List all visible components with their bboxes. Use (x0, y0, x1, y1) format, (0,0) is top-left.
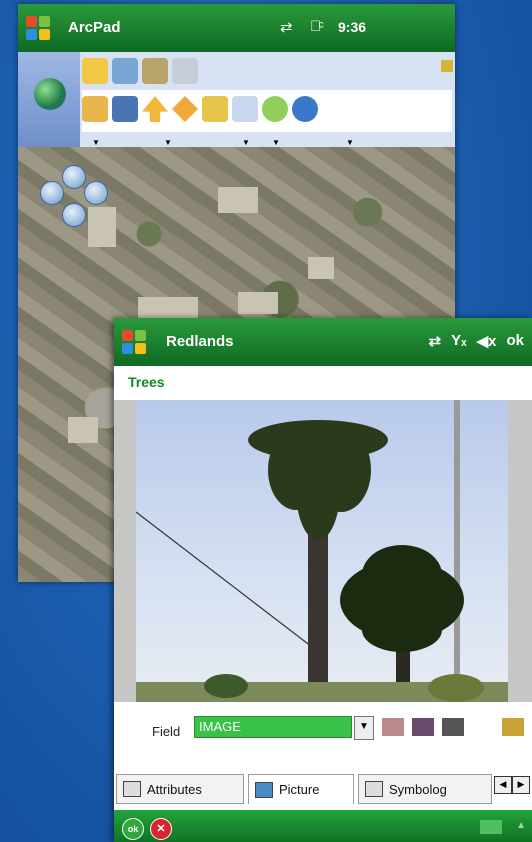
window-title: Redlands (166, 333, 234, 350)
symbology-icon (365, 781, 383, 797)
mute-icon[interactable]: ◀x (477, 332, 497, 350)
ok-icon[interactable]: ok (122, 818, 144, 840)
dropdown-arrow-icon[interactable]: ▼ (242, 138, 250, 147)
field-row: Field IMAGE ▼ (114, 702, 532, 754)
tab-bar: Attributes Picture Symbolog ◀ ▶ (114, 754, 532, 810)
windows-logo-icon[interactable] (122, 330, 148, 356)
picture-panel (114, 400, 532, 702)
redlands-window: Redlands ⇄ Yₓ ◀x ok Trees Field IMAGE ▼ … (114, 318, 532, 842)
dropdown-arrow-icon[interactable]: ▼ (346, 138, 354, 147)
tab-symbology[interactable]: Symbolog (358, 774, 492, 804)
pencil-icon[interactable] (202, 96, 228, 122)
refresh-icon[interactable] (262, 96, 288, 122)
toolbar-overflow-icon[interactable] (441, 60, 453, 72)
field-label: Field (152, 724, 181, 739)
app-title: ArcPad (68, 19, 121, 36)
bottom-bar: ok ✕ ▲ (114, 810, 532, 842)
sync-icon[interactable]: ⇄ (429, 332, 442, 350)
sync-icon[interactable]: ⇄ (280, 18, 293, 36)
camera-icon[interactable] (442, 718, 464, 736)
pan-right-icon[interactable] (84, 181, 108, 205)
tab-picture[interactable]: Picture (248, 774, 354, 804)
up-arrow-icon[interactable] (142, 96, 168, 122)
palm-trees-image (136, 400, 508, 702)
tab-label: Attributes (147, 781, 202, 797)
open-folder-icon[interactable] (82, 96, 108, 122)
globe-icon (34, 78, 66, 110)
chevron-up-icon[interactable]: ▲ (516, 820, 526, 831)
tree-photo[interactable] (136, 400, 508, 702)
arcpad-toolbar: ▼ ▼ ▼ ▼ ▼ (18, 52, 455, 147)
tab-attributes[interactable]: Attributes (116, 774, 244, 804)
arcpad-titlebar: ArcPad ⇄ ◀ͨ 9:36 (18, 4, 455, 52)
tab-scroll-right-icon[interactable]: ▶ (512, 776, 530, 794)
main-menu-button[interactable] (18, 52, 80, 147)
open-folder-icon[interactable] (502, 718, 524, 736)
folder-icon[interactable] (82, 58, 108, 84)
globe-icon[interactable] (112, 58, 138, 84)
redlands-titlebar: Redlands ⇄ Yₓ ◀x ok (114, 318, 532, 366)
tab-scroll-left-icon[interactable]: ◀ (494, 776, 512, 794)
pan-left-icon[interactable] (40, 181, 64, 205)
tab-label: Symbolog (389, 781, 447, 797)
field-select[interactable]: IMAGE (194, 716, 352, 738)
layer-bar: Trees (114, 366, 532, 400)
world-icon[interactable] (292, 96, 318, 122)
map-navigation-control[interactable] (38, 165, 110, 231)
dropdown-arrow-icon[interactable]: ▼ (164, 138, 172, 147)
ok-button[interactable]: ok (506, 332, 524, 350)
windows-logo-icon[interactable] (26, 16, 52, 42)
signal-off-icon[interactable]: Yₓ (451, 332, 467, 350)
keyboard-icon[interactable] (480, 820, 502, 834)
volume-icon[interactable]: ◀ͨ (310, 18, 321, 35)
layer-name: Trees (128, 374, 165, 390)
chevron-down-icon[interactable]: ▼ (354, 716, 374, 740)
dropdown-arrow-icon[interactable]: ▼ (272, 138, 280, 147)
measure-icon[interactable] (172, 58, 198, 84)
tab-label: Picture (279, 782, 320, 797)
layers-icon[interactable] (142, 58, 168, 84)
cancel-icon[interactable]: ✕ (150, 818, 172, 840)
picture-icon (255, 781, 273, 798)
pan-down-icon[interactable] (62, 203, 86, 227)
diamond-icon[interactable] (172, 96, 198, 122)
rotate-left-icon[interactable] (382, 718, 404, 736)
dropdown-arrow-icon[interactable]: ▼ (92, 138, 100, 147)
clock: 9:36 (338, 19, 367, 35)
pan-up-icon[interactable] (62, 165, 86, 189)
rotate-right-icon[interactable] (412, 718, 434, 736)
table-icon (123, 781, 141, 797)
save-icon[interactable] (112, 96, 138, 122)
document-icon[interactable] (232, 96, 258, 122)
